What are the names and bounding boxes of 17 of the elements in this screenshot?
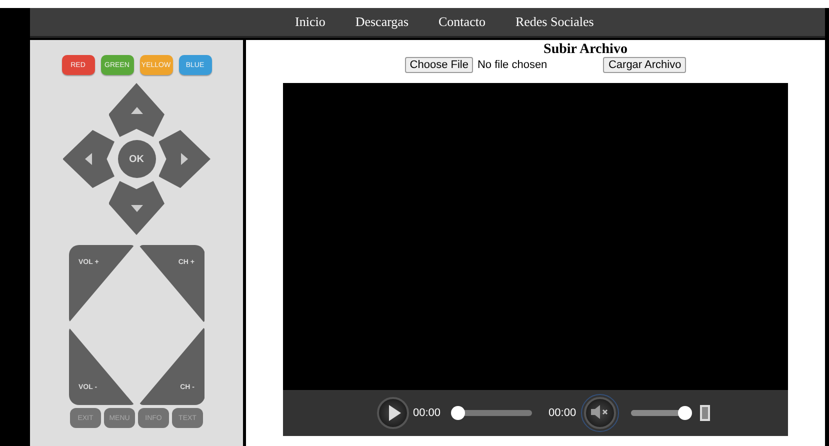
- slider-handle[interactable]: [678, 406, 692, 420]
- speaker-icon: [590, 404, 610, 420]
- nav-link[interactable]: Redes Sociales: [500, 14, 609, 30]
- mute-button[interactable]: [584, 397, 616, 429]
- choose-file-button[interactable]: Choose File: [404, 57, 474, 73]
- nav-link[interactable]: Descargas: [340, 14, 424, 30]
- fullscreen-icon[interactable]: [700, 405, 710, 421]
- play-button[interactable]: [377, 397, 409, 429]
- ok-button[interactable]: OK: [118, 140, 156, 178]
- slider-handle[interactable]: [450, 406, 465, 420]
- current-time: 00:00: [413, 407, 441, 419]
- nav-link[interactable]: Inicio: [280, 14, 340, 30]
- upload-button[interactable]: Cargar Archivo: [603, 57, 686, 73]
- duration: 00:00: [548, 407, 576, 419]
- upload-title: Subir Archivo: [544, 43, 628, 57]
- nav-link[interactable]: Contacto: [424, 14, 500, 30]
- file-status: No file chosen: [477, 59, 548, 71]
